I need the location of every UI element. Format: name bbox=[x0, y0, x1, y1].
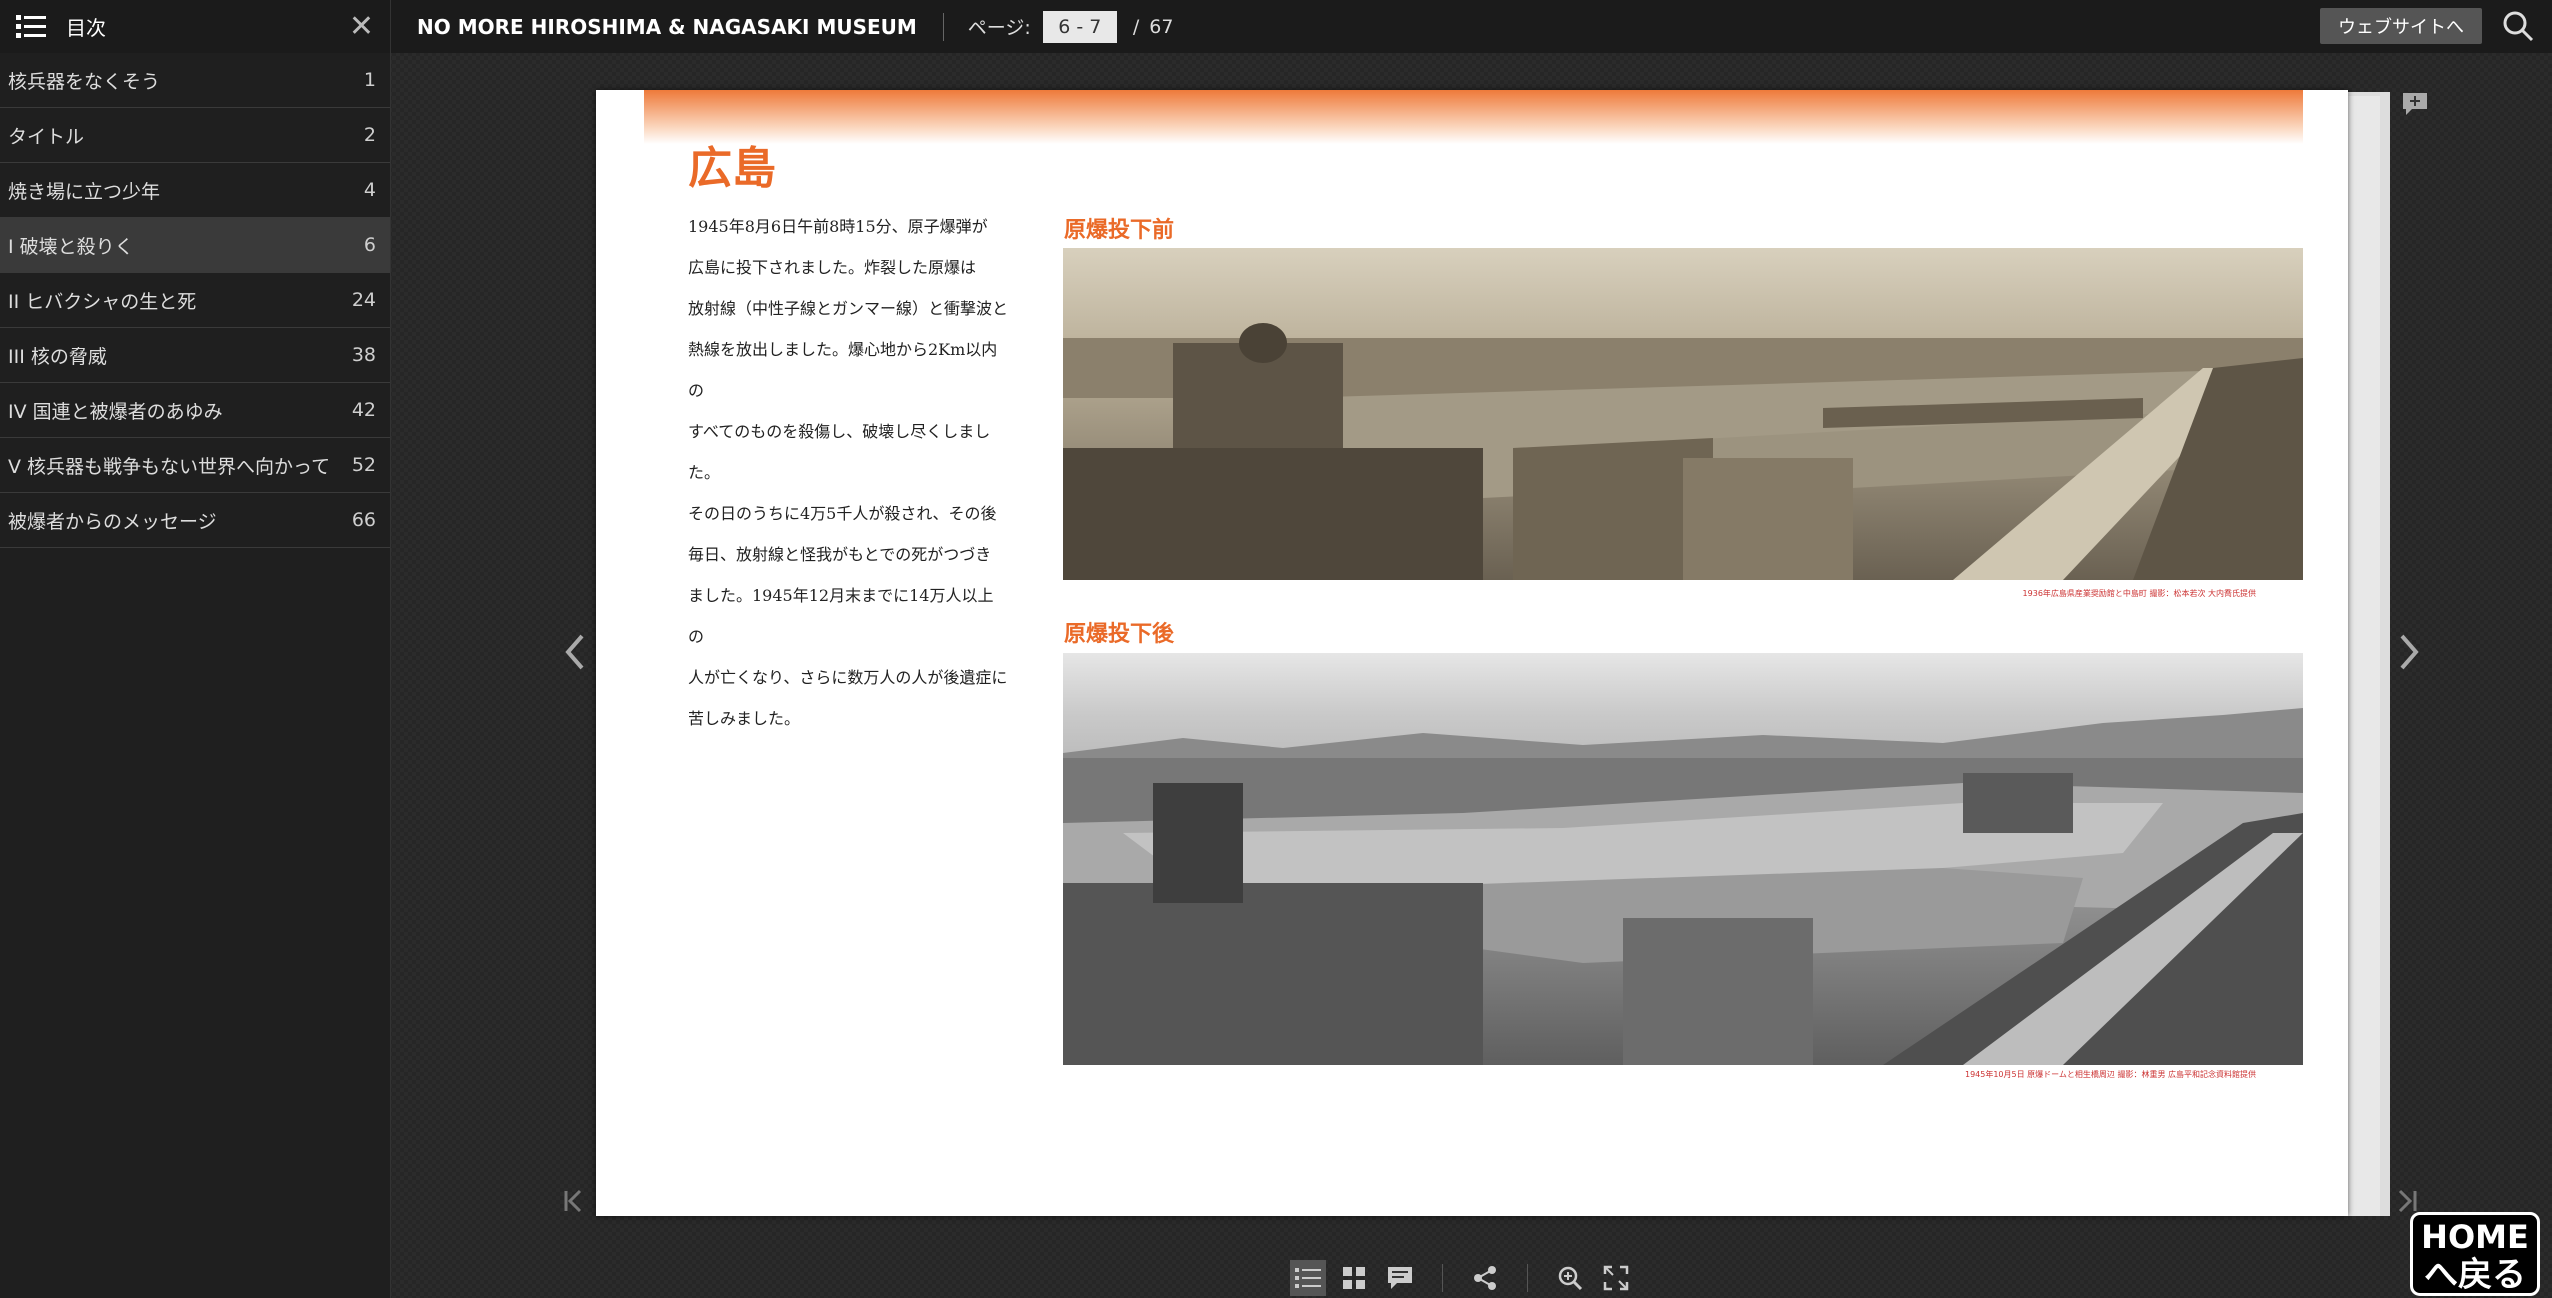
prev-page-arrow[interactable] bbox=[558, 622, 592, 682]
toc-item-page: 38 bbox=[351, 344, 376, 366]
toc-item-page: 2 bbox=[363, 124, 376, 146]
grid-icon bbox=[1343, 1267, 1365, 1289]
thumbnail-view-button[interactable] bbox=[1336, 1260, 1372, 1296]
toc-item-label: 焼き場に立つ少年 bbox=[8, 180, 161, 203]
toc-item-page: 42 bbox=[351, 399, 376, 421]
toc-item-page: 1 bbox=[363, 69, 376, 91]
divider bbox=[942, 12, 944, 41]
book-spread[interactable]: 広島 1945年8月6日午前8時15分、原子爆弾が 広島に投下されました。炸裂し… bbox=[596, 90, 2348, 1216]
toc-item-label: III 核の脅威 bbox=[8, 345, 107, 368]
photo-credit-before: 1936年広島県産業奨励館と中島町 撮影：松本若次 大内喬氏提供 bbox=[2022, 589, 2256, 598]
body-text: 1945年8月6日午前8時15分、原子爆弾が 広島に投下されました。炸裂した原爆… bbox=[688, 217, 1009, 728]
toc-item-label: IV 国連と被爆者のあゆみ bbox=[8, 400, 223, 423]
home-button-label: HOME bbox=[2421, 1218, 2529, 1256]
home-button-sublabel: へ戻る bbox=[2424, 1255, 2526, 1295]
toc-item-page: 4 bbox=[363, 179, 376, 201]
toc-item[interactable]: IV 国連と被爆者のあゆみ 42 bbox=[0, 383, 390, 438]
close-icon[interactable]: ✕ bbox=[349, 11, 374, 42]
toc-item-label: I 破壊と殺りく bbox=[8, 235, 134, 258]
page-number-input[interactable] bbox=[1042, 10, 1117, 43]
toc-item[interactable]: 焼き場に立つ少年 4 bbox=[0, 163, 390, 218]
toc-item-active[interactable]: I 破壊と殺りく 6 bbox=[0, 218, 390, 273]
toc-item-label: V 核兵器も戦争もない世界へ向かって bbox=[8, 455, 331, 478]
page-label: ページ: bbox=[967, 17, 1031, 39]
share-button[interactable] bbox=[1467, 1260, 1503, 1296]
page-separator: / bbox=[1132, 15, 1140, 38]
page-total: 67 bbox=[1149, 15, 1174, 38]
caption-before: 原爆投下前 bbox=[1064, 218, 1175, 243]
zoom-in-icon bbox=[1558, 1266, 1583, 1291]
toc-item-page: 24 bbox=[351, 289, 376, 311]
divider bbox=[1527, 1264, 1528, 1292]
list-icon bbox=[1295, 1268, 1321, 1288]
toc-title: 目次 bbox=[66, 16, 106, 40]
photo-after-bombing bbox=[1063, 653, 2303, 1065]
orange-header-band bbox=[644, 90, 2303, 144]
fullscreen-icon bbox=[1603, 1265, 1629, 1291]
page-title: 広島 bbox=[688, 143, 776, 194]
comment-icon bbox=[1388, 1267, 1412, 1289]
toc-item[interactable]: II ヒバクシャの生と死 24 bbox=[0, 273, 390, 328]
caption-after: 原爆投下後 bbox=[1064, 622, 1175, 647]
toc-item-page: 6 bbox=[363, 234, 376, 256]
first-page-icon[interactable] bbox=[558, 1186, 592, 1216]
website-button[interactable]: ウェブサイトへ bbox=[2320, 8, 2482, 44]
photo-credit-after: 1945年10月5日 原爆ドームと相生橋周辺 撮影：林重男 広島平和記念資料館提… bbox=[1964, 1070, 2256, 1079]
top-bar: NO MORE HIROSHIMA & NAGASAKI MUSEUM ページ:… bbox=[391, 0, 2552, 53]
add-note-icon[interactable] bbox=[2402, 92, 2428, 116]
toc-view-button[interactable] bbox=[1290, 1260, 1326, 1296]
toc-list: 核兵器をなくそう 1 タイトル 2 焼き場に立つ少年 4 I 破壊と殺りく 6 II ヒ… bbox=[0, 53, 390, 548]
toc-item-page: 66 bbox=[351, 509, 376, 531]
toc-item[interactable]: 被爆者からのメッセージ 66 bbox=[0, 493, 390, 548]
bottom-toolbar bbox=[1290, 1258, 1634, 1298]
toc-item[interactable]: V 核兵器も戦争もない世界へ向かって 52 bbox=[0, 438, 390, 493]
toc-item-label: 核兵器をなくそう bbox=[8, 70, 161, 93]
toc-item[interactable]: 核兵器をなくそう 1 bbox=[0, 53, 390, 108]
zoom-button[interactable] bbox=[1552, 1260, 1588, 1296]
fullscreen-button[interactable] bbox=[1598, 1260, 1634, 1296]
toc-item-label: タイトル bbox=[8, 125, 85, 148]
toc-item-label: II ヒバクシャの生と死 bbox=[8, 290, 197, 313]
toc-item-label: 被爆者からのメッセージ bbox=[8, 510, 217, 533]
toc-header: 目次 ✕ bbox=[0, 0, 390, 53]
toc-item-page: 52 bbox=[351, 454, 376, 476]
list-icon[interactable] bbox=[16, 14, 46, 40]
next-page-arrow[interactable] bbox=[2392, 622, 2426, 682]
home-button[interactable]: HOME へ戻る bbox=[2410, 1212, 2540, 1296]
toc-sidebar: 目次 ✕ 核兵器をなくそう 1 タイトル 2 焼き場に立つ少年 4 I 破壊と殺りく 6… bbox=[0, 0, 391, 1298]
search-icon[interactable] bbox=[2502, 10, 2534, 42]
brand-title: NO MORE HIROSHIMA & NAGASAKI MUSEUM bbox=[417, 14, 917, 39]
toc-item[interactable]: タイトル 2 bbox=[0, 108, 390, 163]
toc-item[interactable]: III 核の脅威 38 bbox=[0, 328, 390, 383]
photo-before-bombing bbox=[1063, 248, 2303, 580]
share-icon bbox=[1474, 1266, 1496, 1290]
notes-button[interactable] bbox=[1382, 1260, 1418, 1296]
divider bbox=[1442, 1264, 1443, 1292]
